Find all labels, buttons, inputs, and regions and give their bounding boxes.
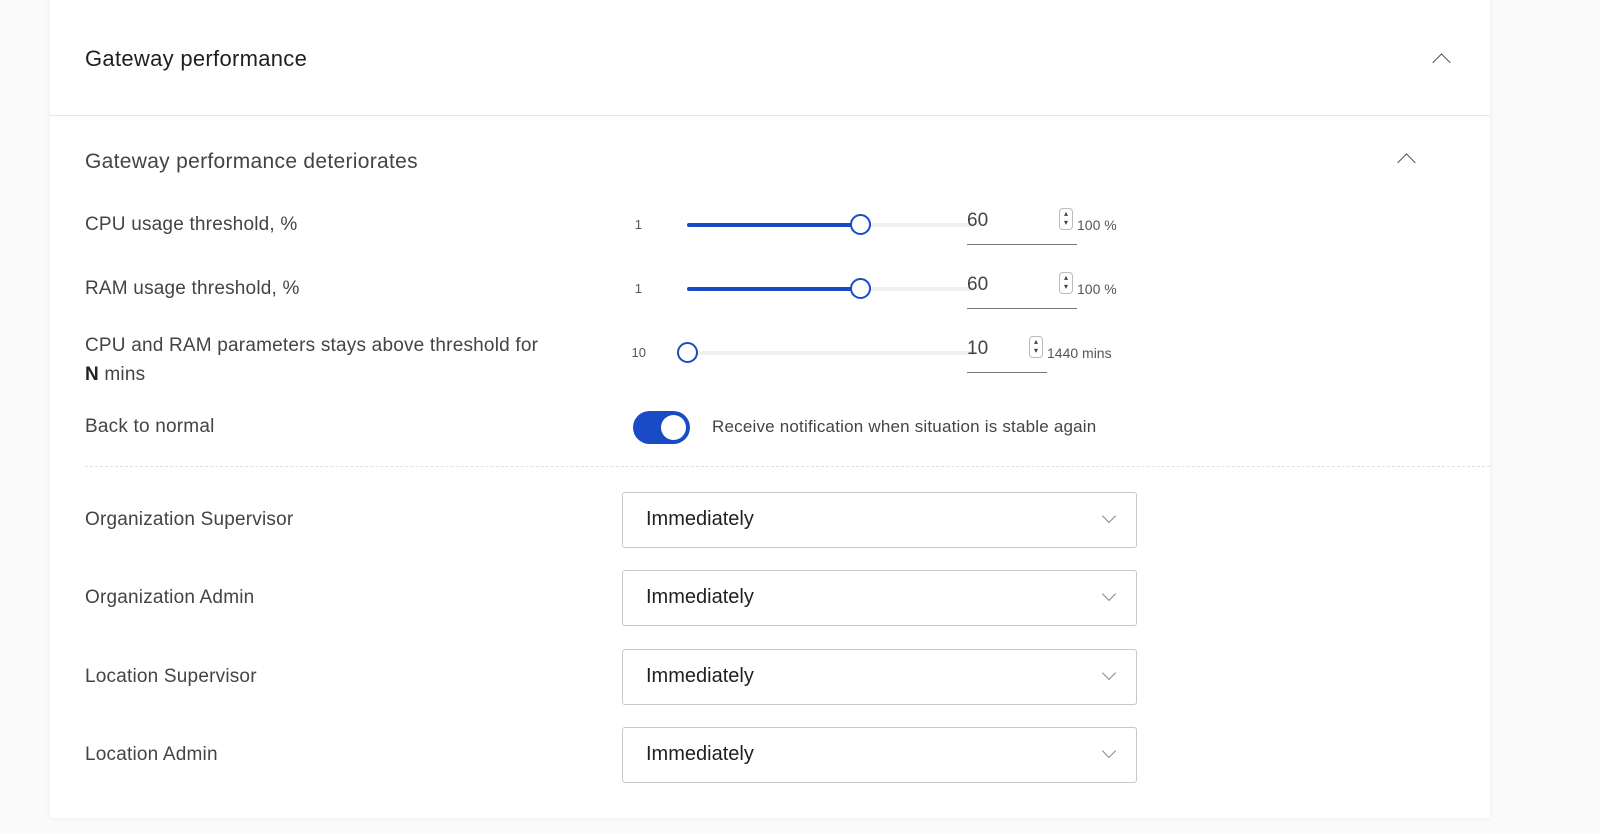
cpu-stepper-icon[interactable]: ▴ ▾	[1059, 208, 1073, 230]
divider	[85, 466, 1490, 467]
ram-threshold-value: 60	[967, 274, 989, 295]
cpu-max-label: 100 %	[1077, 217, 1117, 233]
cpu-slider-fill	[687, 223, 860, 227]
section-title: Gateway performance	[85, 46, 308, 71]
recipient-label-organization-supervisor: Organization Supervisor	[85, 509, 294, 530]
location-supervisor-select[interactable]: Immediately	[622, 649, 1137, 705]
ram-slider-thumb[interactable]	[849, 278, 871, 299]
gateway-performance-header[interactable]: Gateway performance	[50, 0, 1490, 116]
cpu-threshold-input[interactable]: 60 ▴ ▾	[967, 208, 1077, 245]
select-value: Immediately	[646, 586, 754, 608]
recipient-label-location-supervisor: Location Supervisor	[85, 666, 257, 687]
duration-value: 10	[967, 338, 989, 359]
select-value: Immediately	[646, 743, 754, 765]
chevron-down-icon	[1101, 743, 1117, 759]
cpu-min-label: 1	[634, 217, 642, 232]
duration-label-unit: mins	[104, 364, 146, 385]
duration-label: CPU and RAM parameters stays above thres…	[85, 331, 605, 389]
duration-slider-thumb[interactable]	[677, 342, 698, 363]
collapse-section-icon[interactable]	[1432, 53, 1451, 72]
ram-stepper-icon[interactable]: ▴ ▾	[1059, 272, 1073, 294]
ram-threshold-slider[interactable]	[687, 278, 975, 299]
back-to-normal-toggle[interactable]	[633, 411, 690, 444]
chevron-down-icon	[1101, 665, 1117, 681]
subsection-title[interactable]: Gateway performance deteriorates	[85, 150, 418, 174]
organization-admin-select[interactable]: Immediately	[622, 570, 1137, 626]
chevron-down-icon	[1101, 586, 1117, 602]
select-value: Immediately	[646, 665, 754, 687]
duration-label-variable: N	[85, 364, 99, 385]
ram-min-label: 1	[634, 281, 642, 296]
duration-min-label: 10	[631, 345, 646, 360]
collapse-subsection-icon[interactable]	[1397, 153, 1416, 172]
duration-input[interactable]: 10 ▴ ▾	[967, 336, 1047, 373]
ram-threshold-label: RAM usage threshold, %	[85, 278, 300, 299]
toggle-knob	[661, 415, 686, 440]
duration-max-label: 1440 mins	[1047, 345, 1112, 361]
duration-stepper-icon[interactable]: ▴ ▾	[1029, 336, 1043, 358]
organization-supervisor-select[interactable]: Immediately	[622, 492, 1137, 548]
cpu-threshold-label: CPU usage threshold, %	[85, 214, 298, 235]
duration-label-text: CPU and RAM parameters stays above thres…	[85, 335, 539, 356]
recipient-label-organization-admin: Organization Admin	[85, 587, 255, 608]
cpu-threshold-value: 60	[967, 210, 989, 231]
chevron-down-icon	[1101, 508, 1117, 524]
back-to-normal-description: Receive notification when situation is s…	[712, 417, 1097, 436]
recipient-label-location-admin: Location Admin	[85, 744, 218, 765]
ram-threshold-input[interactable]: 60 ▴ ▾	[967, 272, 1077, 309]
select-value: Immediately	[646, 508, 754, 530]
back-to-normal-label: Back to normal	[85, 416, 215, 437]
ram-max-label: 100 %	[1077, 281, 1117, 297]
cpu-threshold-slider[interactable]	[687, 214, 975, 235]
cpu-slider-thumb[interactable]	[849, 214, 871, 235]
settings-card: Gateway performance Gateway performance …	[50, 0, 1490, 818]
location-admin-select[interactable]: Immediately	[622, 727, 1137, 783]
ram-slider-fill	[687, 287, 860, 291]
duration-slider[interactable]	[677, 342, 975, 363]
